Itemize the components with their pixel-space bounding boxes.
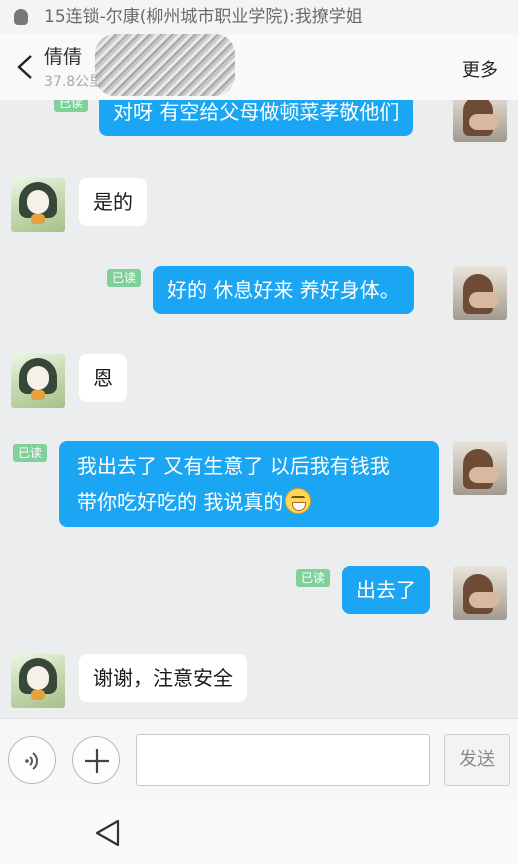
read-badge: 已读 [13,444,48,462]
my-avatar[interactable] [453,266,507,320]
plus-button[interactable] [72,736,120,784]
triangle-back-icon[interactable] [94,818,122,848]
message-input[interactable] [136,734,430,786]
chat-area[interactable]: 已读 对呀 有空给父母做顿菜孝敬他们 是的 已读 好的 休息好来 养好身体。 恩… [0,100,518,718]
contact-avatar[interactable] [11,654,65,708]
system-navigation-bar [0,800,518,864]
notification-text: 15连锁-尔康(柳州城市职业学院):我撩学姐 [44,7,363,27]
voice-button[interactable] [8,736,56,784]
redaction-scribble [95,34,235,96]
grin-emoji-icon [285,488,312,514]
contact-avatar[interactable] [11,178,65,232]
contact-avatar[interactable] [11,354,65,408]
message-bubble-outgoing[interactable]: 对呀 有空给父母做顿菜孝敬他们 [99,100,414,136]
notification-bar[interactable]: 15连锁-尔康(柳州城市职业学院):我撩学姐 [0,0,518,34]
message-bubble-outgoing[interactable]: 好的 休息好来 养好身体。 [153,266,414,314]
input-bar: 发送 [0,718,518,800]
plus-icon [85,749,109,773]
voice-icon [25,752,38,770]
message-bubble-outgoing[interactable]: 出去了 [342,566,430,614]
more-button[interactable]: 更多 [462,56,498,82]
message-line: 我出去了 又有生意了 以后我有钱我 [77,454,390,478]
message-bubble-incoming[interactable]: 谢谢，注意安全 [79,654,247,702]
message-bubble-incoming[interactable]: 是的 [79,178,147,226]
read-badge: 已读 [296,569,331,587]
chat-header: 倩倩 37.8公里 更多 [0,34,518,100]
send-button[interactable]: 发送 [444,734,510,786]
message-bubble-outgoing[interactable]: 我出去了 又有生意了 以后我有钱我 带你吃好吃的 我说真的 [59,441,439,527]
message-line: 带你吃好吃的 我说真的 [77,490,284,514]
qq-icon [14,9,28,25]
contact-name: 倩倩 [44,46,83,68]
read-badge: 已读 [54,100,89,112]
my-avatar[interactable] [453,566,507,620]
message-line-with-emoji: 带你吃好吃的 我说真的 [77,484,421,520]
message-bubble-incoming[interactable]: 恩 [79,354,127,402]
back-arrow-icon[interactable] [14,54,36,80]
my-avatar[interactable] [453,441,507,495]
read-badge: 已读 [107,269,142,287]
my-avatar[interactable] [453,100,507,142]
